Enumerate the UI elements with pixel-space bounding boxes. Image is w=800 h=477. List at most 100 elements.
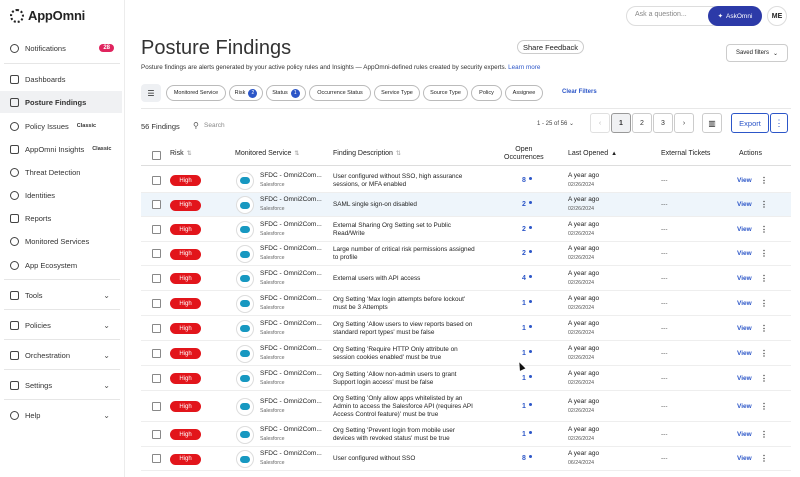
sidebar-item-app-ecosystem[interactable]: App Ecosystem [0, 254, 122, 276]
sidebar-item-notifications[interactable]: Notifications 28 [0, 37, 122, 59]
sidebar-item-appomni-insights[interactable]: AppOmni Insights Classic [0, 138, 122, 160]
row-more-options-icon[interactable]: ⋮ [760, 200, 768, 209]
row-more-options-icon[interactable]: ⋮ [760, 402, 768, 411]
row-checkbox[interactable] [152, 200, 161, 209]
open-occurrences-link[interactable]: 8 [522, 455, 526, 462]
view-link[interactable]: View [737, 325, 752, 332]
header-last-opened[interactable]: Last Opened ▲ [568, 150, 617, 157]
filter-toggle-icon[interactable]: ☰ [141, 84, 161, 102]
table-row[interactable]: High SFDC - Omni2Com... Salesforce Org Sett… [141, 391, 791, 422]
more-options-icon[interactable]: ⋮ [770, 113, 788, 133]
row-checkbox[interactable] [152, 323, 161, 333]
export-button[interactable]: Export [731, 113, 769, 133]
filter-monitored-service[interactable]: Monitored Service [166, 85, 226, 101]
page-range-select[interactable]: 1 - 25 of 56 ⌄ [537, 120, 574, 127]
row-checkbox[interactable] [152, 175, 161, 185]
row-checkbox[interactable] [152, 401, 161, 411]
sidebar-item-posture-findings[interactable]: Posture Findings [0, 91, 122, 113]
open-occurrences-link[interactable]: 2 [522, 201, 526, 208]
row-more-options-icon[interactable]: ⋮ [760, 249, 768, 258]
filter-occurrence-status[interactable]: Occurrence Status [309, 85, 371, 101]
askomni-button[interactable]: ✦ AskOmni [708, 6, 762, 26]
filter-assignee[interactable]: Assignee [505, 85, 543, 101]
page-1-button[interactable]: 1 [611, 113, 631, 133]
sidebar-item-monitored-services[interactable]: Monitored Services [0, 230, 122, 252]
clear-filters-link[interactable]: Clear Filters [562, 89, 597, 95]
row-checkbox[interactable] [152, 454, 161, 463]
row-more-options-icon[interactable]: ⋮ [760, 374, 768, 383]
table-row[interactable]: High SFDC - Omni2Com... Salesforce Org Sett… [141, 422, 791, 447]
view-link[interactable]: View [737, 300, 752, 307]
share-feedback-button[interactable]: Share Feedback [517, 40, 585, 54]
view-link[interactable]: View [737, 455, 752, 462]
open-occurrences-link[interactable]: 2 [522, 226, 526, 233]
open-occurrences-link[interactable]: 1 [522, 300, 526, 307]
row-checkbox[interactable] [152, 224, 161, 234]
row-more-options-icon[interactable]: ⋮ [760, 176, 768, 185]
sidebar-item-help[interactable]: Help ⌄ [0, 404, 122, 426]
filter-source-type[interactable]: Source Type [423, 85, 468, 101]
open-occurrences-link[interactable]: 1 [522, 403, 526, 410]
table-row[interactable]: High SFDC - Omni2Com... Salesforce Org Sett… [141, 291, 791, 316]
view-link[interactable]: View [737, 431, 752, 438]
view-link[interactable]: View [737, 375, 752, 382]
sidebar-item-settings[interactable]: Settings ⌄ [0, 374, 122, 396]
table-row[interactable]: High SFDC - Omni2Com... Salesforce User con… [141, 168, 791, 193]
sidebar-item-threat-detection[interactable]: Threat Detection [0, 161, 122, 183]
row-more-options-icon[interactable]: ⋮ [760, 430, 768, 439]
table-row[interactable]: High SFDC - Omni2Com... Salesforce External… [141, 217, 791, 242]
filter-service-type[interactable]: Service Type [374, 85, 420, 101]
row-more-options-icon[interactable]: ⋮ [760, 454, 768, 463]
prev-page-button[interactable]: ‹ [590, 113, 610, 133]
sidebar-item-tools[interactable]: Tools ⌄ [0, 284, 122, 306]
header-risk[interactable]: Risk ⇅ [170, 150, 192, 157]
table-row[interactable]: High SFDC - Omni2Com... Salesforce Org Sett… [141, 341, 791, 366]
sidebar-item-orchestration[interactable]: Orchestration ⌄ [0, 344, 122, 366]
filter-status[interactable]: Status 1 [266, 85, 306, 101]
filter-risk[interactable]: Risk 2 [229, 85, 263, 101]
open-occurrences-link[interactable]: 1 [522, 375, 526, 382]
row-more-options-icon[interactable]: ⋮ [760, 299, 768, 308]
view-link[interactable]: View [737, 275, 752, 282]
header-open-occurrences[interactable]: Open Occurrences [504, 146, 544, 161]
open-occurrences-link[interactable]: 1 [522, 350, 526, 357]
sidebar-item-reports[interactable]: Reports [0, 207, 122, 229]
table-row[interactable]: High SFDC - Omni2Com... Salesforce Org Sett… [141, 366, 791, 391]
page-3-button[interactable]: 3 [653, 113, 673, 133]
table-row[interactable]: High SFDC - Omni2Com... Salesforce External… [141, 266, 791, 291]
view-link[interactable]: View [737, 403, 752, 410]
open-occurrences-link[interactable]: 2 [522, 250, 526, 257]
open-occurrences-link[interactable]: 8 [522, 177, 526, 184]
row-checkbox[interactable] [152, 348, 161, 358]
sidebar-item-identities[interactable]: Identities [0, 184, 122, 206]
next-page-button[interactable]: › [674, 113, 694, 133]
view-link[interactable]: View [737, 177, 752, 184]
table-row[interactable]: High SFDC - Omni2Com... Salesforce SAML sin… [141, 193, 791, 217]
learn-more-link[interactable]: Learn more [508, 64, 540, 71]
row-more-options-icon[interactable]: ⋮ [760, 324, 768, 333]
row-more-options-icon[interactable]: ⋮ [760, 274, 768, 283]
sidebar-item-policies[interactable]: Policies ⌄ [0, 314, 122, 336]
view-link[interactable]: View [737, 350, 752, 357]
row-checkbox[interactable] [152, 373, 161, 383]
table-row[interactable]: High SFDC - Omni2Com... Salesforce Large nu… [141, 242, 791, 266]
sidebar-item-dashboards[interactable]: Dashboards [0, 68, 122, 90]
row-more-options-icon[interactable]: ⋮ [760, 349, 768, 358]
search-input[interactable]: Search [204, 122, 225, 129]
app-logo[interactable]: AppOmni [10, 8, 85, 23]
view-link[interactable]: View [737, 250, 752, 257]
open-occurrences-link[interactable]: 1 [522, 431, 526, 438]
header-monitored-service[interactable]: Monitored Service ⇅ [235, 150, 299, 157]
row-more-options-icon[interactable]: ⋮ [760, 225, 768, 234]
row-checkbox[interactable] [152, 298, 161, 308]
view-link[interactable]: View [737, 226, 752, 233]
open-occurrences-link[interactable]: 4 [522, 275, 526, 282]
open-occurrences-link[interactable]: 1 [522, 325, 526, 332]
filter-policy[interactable]: Policy [471, 85, 502, 101]
table-row[interactable]: High SFDC - Omni2Com... Salesforce Org Sett… [141, 316, 791, 341]
header-finding-description[interactable]: Finding Description ⇅ [333, 150, 401, 157]
page-2-button[interactable]: 2 [632, 113, 652, 133]
columns-icon[interactable]: ▥ [702, 113, 722, 133]
select-all-checkbox[interactable] [152, 151, 161, 160]
sidebar-item-policy-issues[interactable]: Policy Issues Classic [0, 115, 122, 137]
